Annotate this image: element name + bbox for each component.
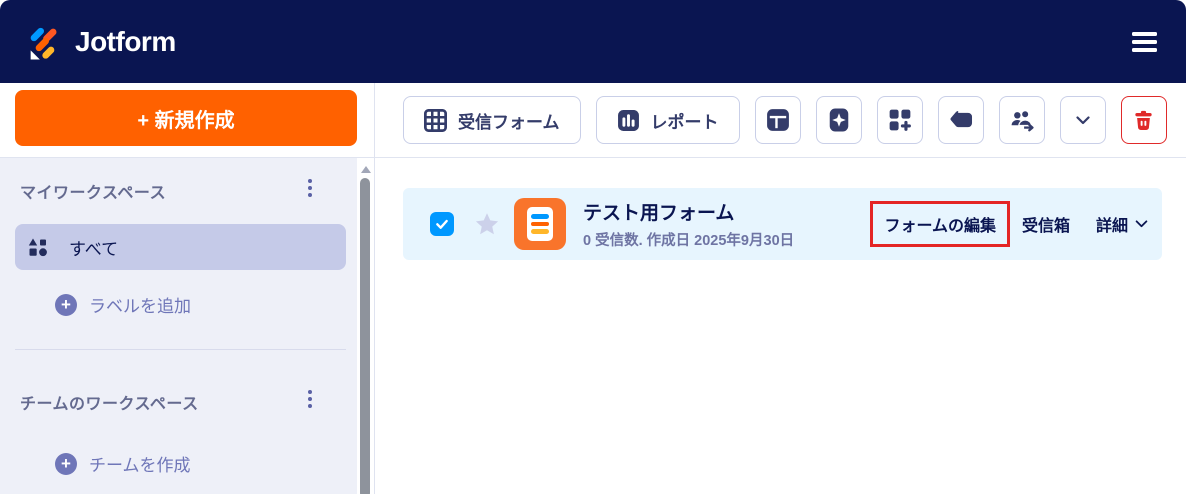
sidebar: マイワークスペース すべて + ラベルを追加 チームのワークスペース + チーム… <box>0 158 374 494</box>
jotform-logo[interactable]: Jotform <box>24 22 176 62</box>
tag-icon <box>949 108 973 132</box>
my-workspace-header: マイワークスペース <box>20 179 320 203</box>
inbox-button[interactable]: 受信箱 <box>1022 212 1070 236</box>
form-list-row[interactable]: テスト用フォーム 0 受信数. 作成日 2025年9月30日 フォームの編集 受… <box>403 188 1162 260</box>
plus-circle-icon: + <box>55 293 77 316</box>
kebab-icon[interactable] <box>296 174 324 202</box>
plus-circle-icon: + <box>55 452 77 475</box>
bar-chart-icon <box>617 109 640 132</box>
form-info[interactable]: テスト用フォーム 0 受信数. 作成日 2025年9月30日 <box>583 198 794 250</box>
chevron-down-icon <box>1135 220 1148 228</box>
row-checkbox[interactable] <box>430 212 454 236</box>
label-tag-button[interactable] <box>937 96 984 144</box>
my-workspace-title: マイワークスペース <box>20 185 167 202</box>
add-app-button[interactable] <box>876 96 923 144</box>
grid-table-icon <box>424 108 447 132</box>
main-toolbar: 受信フォーム レポート <box>403 96 1167 144</box>
more-label: 詳細 <box>1095 218 1128 235</box>
sidebar-divider <box>15 349 346 350</box>
team-workspace-title: チームのワークスペース <box>20 396 199 413</box>
star-icon <box>475 213 499 235</box>
scroll-up-arrow-icon[interactable] <box>361 166 371 173</box>
annotation-highlight-box: フォームの編集 <box>870 201 1010 247</box>
team-workspace-header: チームのワークスペース <box>20 390 320 414</box>
sidebar-main-divider <box>374 83 375 494</box>
submissions-table-button[interactable]: 受信フォーム <box>403 96 581 144</box>
sparkle-icon <box>827 108 851 132</box>
more-actions-button[interactable] <box>1059 96 1106 144</box>
shapes-icon <box>28 237 48 257</box>
create-team-button[interactable]: + チームを作成 <box>55 451 191 476</box>
create-team-text: チームを作成 <box>89 456 191 475</box>
form-meta: 0 受信数. 作成日 2025年9月30日 <box>583 233 795 249</box>
ai-agent-button[interactable] <box>815 96 862 144</box>
submissions-button-label: 受信フォーム <box>458 112 560 132</box>
layout-icon <box>766 108 790 132</box>
move-to-team-button[interactable] <box>998 96 1045 144</box>
layout-view-button[interactable] <box>754 96 801 144</box>
chevron-down-icon <box>1075 115 1090 125</box>
add-label-text: ラベルを追加 <box>89 297 191 316</box>
sidebar-item-all-label: すべて <box>69 239 119 259</box>
check-icon <box>436 219 448 229</box>
sidebar-scrollbar[interactable] <box>357 158 374 494</box>
app-window: Jotform + 新規作成 マイワークスペース すべて + ラベルを追加 チー… <box>0 0 1186 494</box>
brand-name: Jotform <box>75 25 176 57</box>
jotform-logo-icon <box>24 22 64 62</box>
reports-button[interactable]: レポート <box>595 96 740 144</box>
row-more-button[interactable]: 詳細 <box>1096 212 1148 236</box>
form-document-icon <box>514 198 566 250</box>
sidebar-item-all[interactable]: すべて <box>15 224 346 270</box>
favorite-star-button[interactable] <box>473 210 501 238</box>
top-navbar: Jotform <box>0 0 1186 83</box>
horizontal-divider <box>0 157 1186 158</box>
kebab-icon[interactable] <box>296 385 324 413</box>
reports-button-label: レポート <box>650 112 719 132</box>
form-title: テスト用フォーム <box>583 203 735 224</box>
add-label-button[interactable]: + ラベルを追加 <box>55 292 191 317</box>
create-new-button[interactable]: + 新規作成 <box>15 90 357 146</box>
trash-icon <box>1132 109 1155 132</box>
scrollbar-thumb[interactable] <box>360 178 370 494</box>
apps-plus-icon <box>888 108 912 132</box>
edit-form-button[interactable]: フォームの編集 <box>884 212 996 236</box>
move-team-icon <box>1009 108 1034 133</box>
delete-button[interactable] <box>1120 96 1167 144</box>
hamburger-icon[interactable] <box>1132 27 1162 57</box>
